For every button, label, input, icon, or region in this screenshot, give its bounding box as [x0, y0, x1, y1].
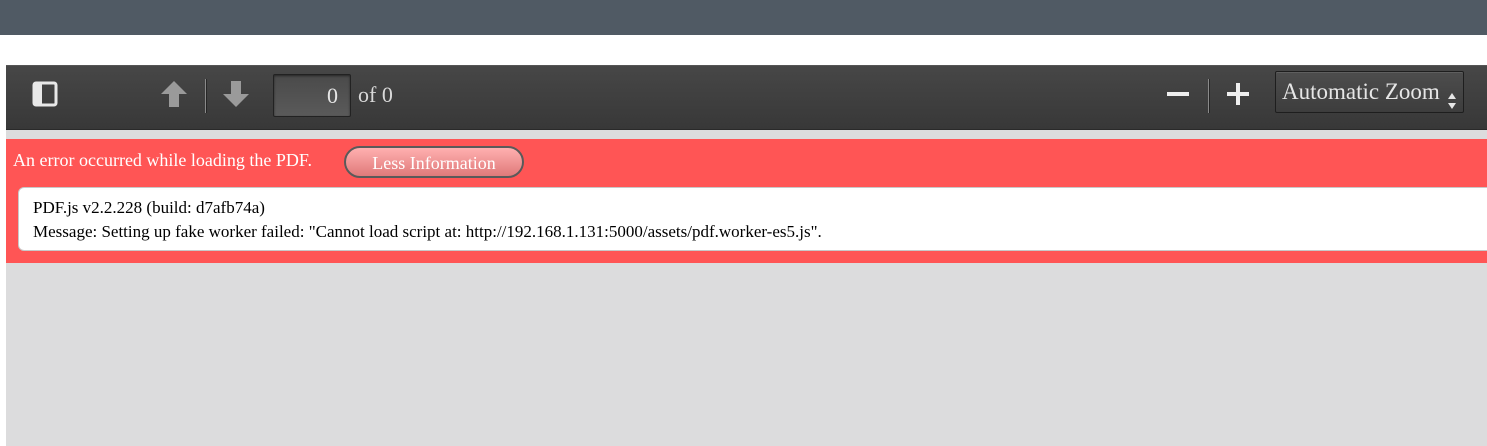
- less-information-button[interactable]: Less Information: [344, 146, 524, 178]
- sidebar-toggle-button[interactable]: [28, 80, 62, 112]
- error-details-box: PDF.js v2.2.228 (build: d7afb74a) Messag…: [18, 187, 1487, 251]
- sidebar-toggle-icon: [32, 81, 58, 112]
- minus-icon: [1166, 82, 1190, 111]
- zoom-out-button[interactable]: [1160, 80, 1196, 112]
- toolbar-separator: [1208, 79, 1209, 113]
- zoom-select-value: Automatic Zoom: [1282, 79, 1440, 104]
- zoom-select[interactable]: Automatic Zoom: [1275, 71, 1464, 113]
- arrow-down-icon: [221, 79, 251, 114]
- page-number-input[interactable]: 0: [273, 74, 351, 117]
- error-version-line: PDF.js v2.2.228 (build: d7afb74a): [33, 198, 265, 217]
- error-message: An error occurred while loading the PDF.: [13, 150, 312, 170]
- page-count-label: of 0: [358, 82, 393, 107]
- pdf-toolbar: 0 of 0 Automatic Zoom: [6, 65, 1487, 130]
- error-bar: An error occurred while loading the PDF.…: [6, 139, 1487, 263]
- previous-page-button[interactable]: [156, 80, 192, 112]
- error-detail-line: Message: Setting up fake worker failed: …: [33, 222, 822, 241]
- next-page-button[interactable]: [218, 80, 254, 112]
- plus-icon: [1226, 82, 1250, 111]
- zoom-in-button[interactable]: [1220, 80, 1256, 112]
- arrow-up-icon: [159, 79, 189, 114]
- pdf-viewer: 0 of 0 Automatic Zoom An error occurred …: [6, 65, 1487, 446]
- app-header-bar: [0, 0, 1487, 35]
- toolbar-separator: [205, 79, 206, 113]
- select-arrows-icon: [1447, 83, 1457, 109]
